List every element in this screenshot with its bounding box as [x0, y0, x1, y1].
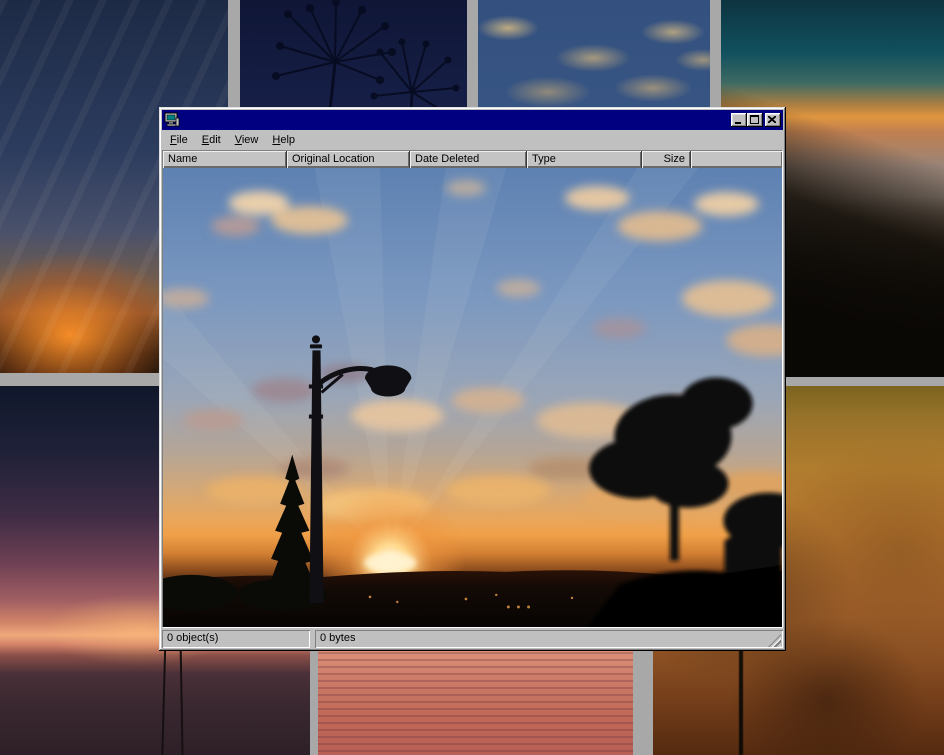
column-header-original-location[interactable]: Original Location: [287, 151, 410, 168]
column-header-date-deleted[interactable]: Date Deleted: [410, 151, 527, 168]
column-header-name[interactable]: Name: [163, 151, 287, 168]
desktop: File Edit View Help Name Original Locati…: [0, 0, 944, 755]
menu-edit[interactable]: Edit: [195, 132, 228, 148]
close-button[interactable]: [765, 113, 781, 127]
menu-bar: File Edit View Help: [162, 130, 783, 150]
status-size: 0 bytes: [315, 630, 783, 648]
maximize-button[interactable]: [747, 113, 763, 127]
computer-icon: [164, 112, 180, 128]
column-header-row: Name Original Location Date Deleted Type…: [163, 151, 782, 168]
file-list-view[interactable]: Name Original Location Date Deleted Type…: [162, 150, 783, 628]
maximize-icon: [750, 115, 759, 124]
menu-view[interactable]: View: [228, 132, 266, 148]
menu-file[interactable]: File: [163, 132, 195, 148]
menu-help[interactable]: Help: [265, 132, 302, 148]
status-bar: 0 object(s) 0 bytes: [162, 628, 783, 648]
close-icon: [768, 116, 776, 123]
minimize-button[interactable]: [731, 113, 747, 127]
status-object-count: 0 object(s): [162, 630, 310, 648]
column-header-blank[interactable]: [691, 151, 782, 168]
sunset-lamp-photo-graphic: [163, 168, 782, 627]
window-controls: [731, 113, 781, 127]
column-header-size[interactable]: Size: [642, 151, 691, 168]
minimize-icon: [735, 122, 741, 124]
recycle-bin-window: File Edit View Help Name Original Locati…: [159, 107, 786, 651]
sunset-lamp-photo[interactable]: [163, 168, 782, 627]
window-titlebar[interactable]: [162, 110, 783, 130]
column-header-type[interactable]: Type: [527, 151, 642, 168]
